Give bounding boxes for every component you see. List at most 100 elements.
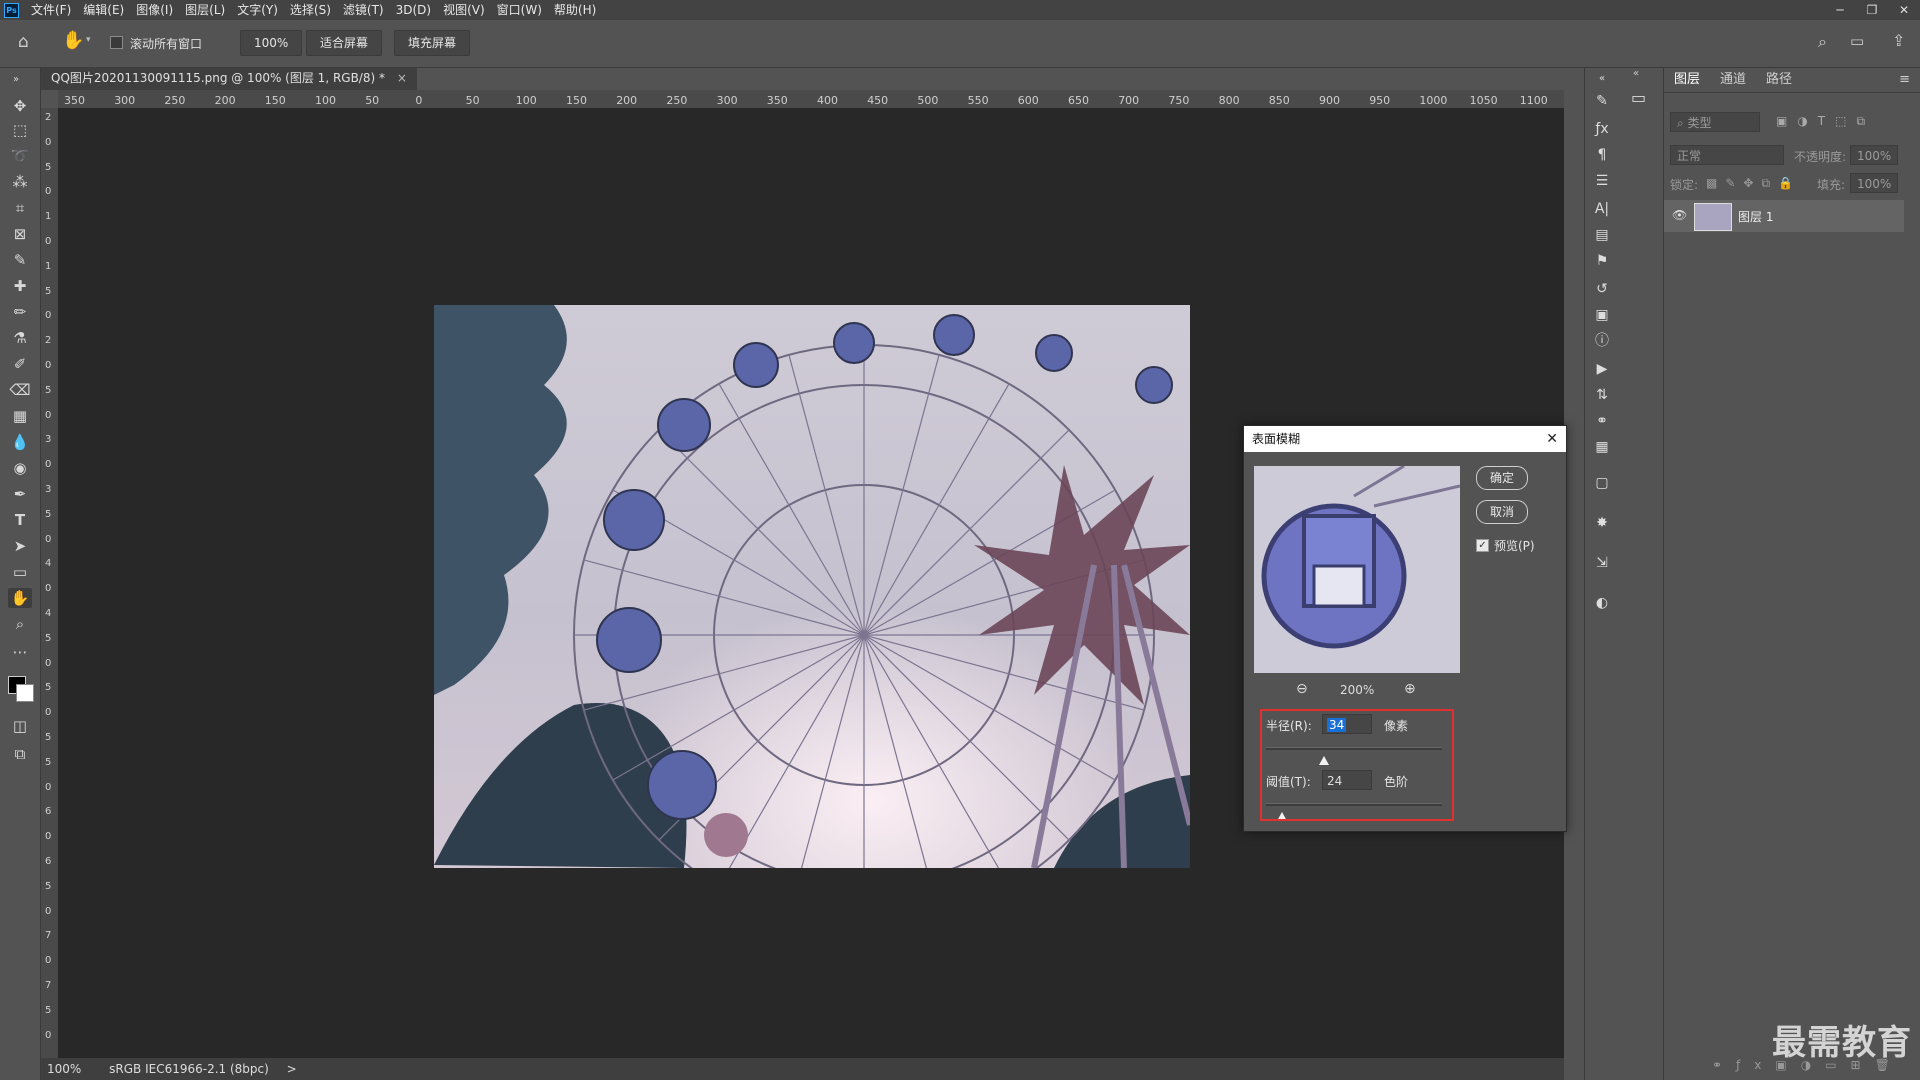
menu-file[interactable]: 文件(F) <box>25 0 77 20</box>
minimize-icon[interactable]: ─ <box>1824 0 1856 20</box>
type-tool-icon[interactable]: T <box>8 510 32 530</box>
panel-menu-icon[interactable]: ≡ <box>1889 68 1920 92</box>
healing-brush-icon[interactable]: ✚ <box>8 276 32 296</box>
play-icon[interactable]: ▶ <box>1591 358 1613 380</box>
cancel-button[interactable]: 取消 <box>1476 500 1528 524</box>
status-zoom[interactable]: 100% <box>47 1062 81 1076</box>
expand-panel-icon[interactable]: » <box>4 70 28 90</box>
document-tab[interactable]: QQ图片20201130091115.png @ 100% (图层 1, RGB… <box>41 67 417 90</box>
zoom-tool-icon[interactable]: ⌕ <box>8 614 32 634</box>
quick-mask-icon[interactable]: ◫ <box>8 716 32 736</box>
tab-channels[interactable]: 通道 <box>1710 68 1756 92</box>
chevron-down-icon[interactable]: ▾ <box>86 35 91 45</box>
filter-kind-icons[interactable]: ▣◑T⬚⧉ <box>1776 114 1875 129</box>
marquee-tool-icon[interactable]: ⬚ <box>8 120 32 140</box>
clone-source-icon[interactable]: ⚑ <box>1591 250 1613 272</box>
gradient-tool-icon[interactable]: ▦ <box>8 406 32 426</box>
menu-view[interactable]: 视图(V) <box>437 0 491 20</box>
menu-type[interactable]: 文字(Y) <box>231 0 284 20</box>
menu-window[interactable]: 窗口(W) <box>491 0 548 20</box>
menu-3d[interactable]: 3D(D) <box>390 0 437 20</box>
eyedropper-icon[interactable]: ✎ <box>8 250 32 270</box>
restore-icon[interactable]: ❐ <box>1856 0 1888 20</box>
preview-checkbox[interactable]: ✓ <box>1476 539 1489 552</box>
layer-name[interactable]: 图层 1 <box>1738 208 1773 225</box>
history-brush-icon[interactable]: ✐ <box>8 354 32 374</box>
dodge-tool-icon[interactable]: ◉ <box>8 458 32 478</box>
eraser-icon[interactable]: ⌫ <box>8 380 32 400</box>
close-tab-icon[interactable]: × <box>397 71 407 85</box>
ruler-v-tick: 5 <box>45 285 52 297</box>
actions-icon[interactable]: ▣ <box>1591 304 1613 326</box>
close-window-icon[interactable]: ✕ <box>1888 0 1920 20</box>
frame-tool-icon[interactable]: ⊠ <box>8 224 32 244</box>
move-tool-icon[interactable]: ✥ <box>8 96 32 116</box>
tab-paths[interactable]: 路径 <box>1756 68 1802 92</box>
menu-select[interactable]: 选择(S) <box>284 0 337 20</box>
styles-fx-icon[interactable]: ƒx <box>1591 118 1613 140</box>
properties-icon[interactable]: ☰ <box>1591 170 1613 192</box>
brush-tool-icon[interactable]: ✏ <box>8 302 32 322</box>
export-icon[interactable]: ⇲ <box>1591 552 1613 574</box>
paragraph-icon[interactable]: ¶ <box>1591 144 1613 166</box>
blur-tool-icon[interactable]: 💧 <box>8 432 32 452</box>
tab-layers[interactable]: 图层 <box>1664 68 1711 92</box>
notes-icon[interactable]: ▢ <box>1591 472 1613 494</box>
menu-layer[interactable]: 图层(L) <box>179 0 231 20</box>
visibility-eye-icon[interactable]: 👁 <box>1672 208 1687 222</box>
ruler-v-tick: 1 <box>45 211 52 223</box>
workspace-icon[interactable]: ▭ <box>1850 32 1864 50</box>
fit-screen-button[interactable]: 适合屏幕 <box>306 30 383 56</box>
lasso-tool-icon[interactable]: ➰ <box>8 146 32 166</box>
menu-edit[interactable]: 编辑(E) <box>77 0 130 20</box>
rectangle-tool-icon[interactable]: ▭ <box>8 562 32 582</box>
brush-settings-icon[interactable]: ✎ <box>1591 90 1613 112</box>
info-icon[interactable]: ⓘ <box>1591 330 1613 352</box>
scroll-all-windows-checkbox[interactable] <box>110 35 123 49</box>
zoom-out-icon[interactable]: ⊖ <box>1296 681 1308 697</box>
lock-icons[interactable]: ▩✎✥⧉🔒 <box>1706 176 1801 191</box>
hand-tool-icon[interactable]: ✋ <box>62 30 84 51</box>
color-icon[interactable]: ◐ <box>1591 592 1613 614</box>
history-icon[interactable]: ↺ <box>1591 278 1613 300</box>
dialog-close-icon[interactable]: ✕ <box>1546 426 1558 452</box>
libraries-icon[interactable]: ▤ <box>1591 224 1613 246</box>
ruler-h-tick: 750 <box>1168 94 1190 107</box>
home-icon[interactable]: ⌂ <box>18 32 29 52</box>
ferris-wheel-image[interactable] <box>434 305 1190 868</box>
character-icon[interactable]: A| <box>1591 198 1613 220</box>
path-selection-icon[interactable]: ➤ <box>8 536 32 556</box>
zoom-100-button[interactable]: 100% <box>240 30 303 56</box>
crop-tool-icon[interactable]: ⌗ <box>8 198 32 218</box>
fill-screen-button[interactable]: 填充屏幕 <box>394 30 471 56</box>
status-arrow-icon[interactable]: > <box>287 1062 297 1076</box>
3d-icon[interactable]: ⚭ <box>1591 410 1613 432</box>
collapse-icon-2[interactable]: « <box>1633 68 1639 79</box>
collapse-icon[interactable]: « <box>1591 68 1613 90</box>
ruler-v-tick: 0 <box>45 831 52 843</box>
screen-mode-icon[interactable]: ⧉ <box>8 744 32 764</box>
opacity-input[interactable]: 100% <box>1850 145 1898 165</box>
menu-filter[interactable]: 滤镜(T) <box>337 0 390 20</box>
layer-row[interactable]: 👁 图层 1 <box>1664 200 1904 232</box>
pen-tool-icon[interactable]: ✒ <box>8 484 32 504</box>
adjust-icon[interactable]: ✸ <box>1591 512 1613 534</box>
fill-input[interactable]: 100% <box>1850 173 1898 193</box>
more-tools-icon[interactable]: ⋯ <box>8 642 32 662</box>
blend-mode-select[interactable]: 正常 <box>1670 145 1784 165</box>
table-icon[interactable]: ▦ <box>1591 436 1613 458</box>
hand-tool-active-icon[interactable]: ✋ <box>8 588 32 608</box>
menu-image[interactable]: 图像(I) <box>130 0 179 20</box>
layer-filter-select[interactable]: ⌕ 类型 <box>1670 112 1760 132</box>
swatches-icon[interactable]: ▭ <box>1631 88 1646 107</box>
ok-button[interactable]: 确定 <box>1476 466 1528 490</box>
filter-preview[interactable] <box>1254 466 1460 673</box>
clone-stamp-icon[interactable]: ⚗ <box>8 328 32 348</box>
navigator-icon[interactable]: ⇅ <box>1591 384 1613 406</box>
background-color-swatch[interactable] <box>16 684 34 702</box>
menu-help[interactable]: 帮助(H) <box>548 0 602 20</box>
share-icon[interactable]: ⇪ <box>1892 31 1905 50</box>
search-icon[interactable]: ⌕ <box>1818 32 1827 52</box>
zoom-in-icon[interactable]: ⊕ <box>1404 681 1416 697</box>
magic-wand-icon[interactable]: ⁂ <box>8 172 32 192</box>
